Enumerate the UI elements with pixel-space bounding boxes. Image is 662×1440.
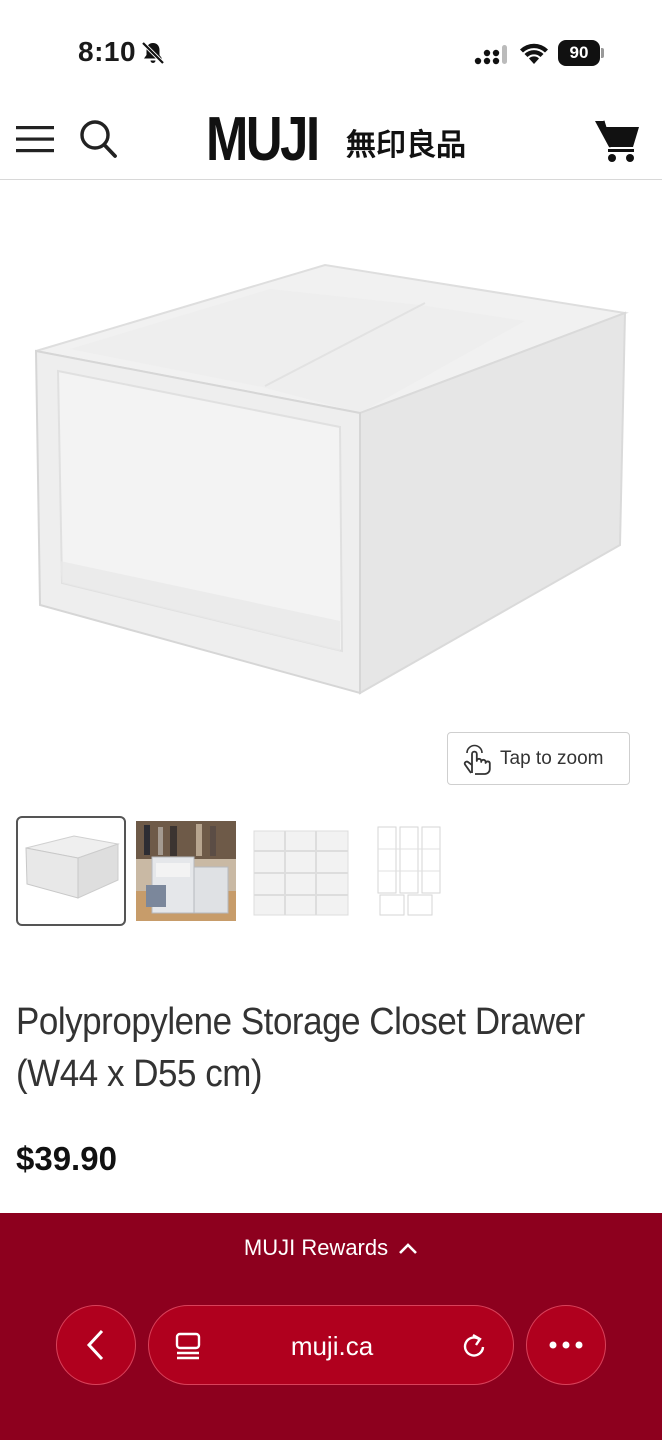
site-header: MUJI 無印良品 [0, 100, 662, 180]
tap-to-zoom-button[interactable]: Tap to zoom [447, 732, 630, 785]
more-options-button[interactable] [526, 1305, 606, 1385]
hand-tap-icon [463, 744, 491, 775]
address-bar[interactable]: muji.ca [148, 1305, 514, 1385]
ellipsis-icon [549, 1341, 583, 1349]
drawer-illustration [34, 263, 629, 695]
bell-slash-icon [141, 41, 165, 65]
status-bar: 8:10 90 [0, 0, 662, 100]
back-button[interactable] [56, 1305, 136, 1385]
muji-logo[interactable]: MUJI 無印良品 [206, 104, 466, 176]
rewards-label: MUJI Rewards [243, 1235, 389, 1260]
battery-icon: 90 [558, 40, 604, 66]
wifi-icon [520, 43, 548, 64]
menu-icon[interactable] [16, 122, 54, 156]
battery-level: 90 [558, 40, 600, 66]
search-icon[interactable] [78, 118, 118, 160]
product-image[interactable] [0, 181, 662, 791]
chevron-up-icon [399, 1243, 418, 1254]
zoom-label: Tap to zoom [500, 747, 604, 769]
thumbnail-4[interactable] [368, 816, 478, 926]
thumbnail-strip [16, 816, 646, 928]
thumbnail-2[interactable] [136, 816, 246, 926]
muji-rewards-toggle[interactable]: MUJI Rewards [0, 1231, 662, 1265]
cart-icon[interactable] [594, 116, 642, 164]
product-title: Polypropylene Storage Closet Drawer (W44… [16, 1001, 585, 1095]
product-price: $39.90 [16, 1140, 117, 1177]
logo-kanji: 無印良品 [346, 128, 466, 163]
chevron-left-icon [86, 1329, 104, 1361]
logo-text: MUJI [206, 105, 320, 174]
status-time: 8:10 [78, 36, 137, 67]
reload-icon[interactable] [459, 1330, 489, 1362]
browser-toolbar: MUJI Rewards muji.ca [0, 1213, 662, 1440]
signal-icon [474, 45, 507, 65]
thumbnail-3[interactable] [252, 816, 362, 926]
thumbnail-1[interactable] [16, 816, 126, 926]
